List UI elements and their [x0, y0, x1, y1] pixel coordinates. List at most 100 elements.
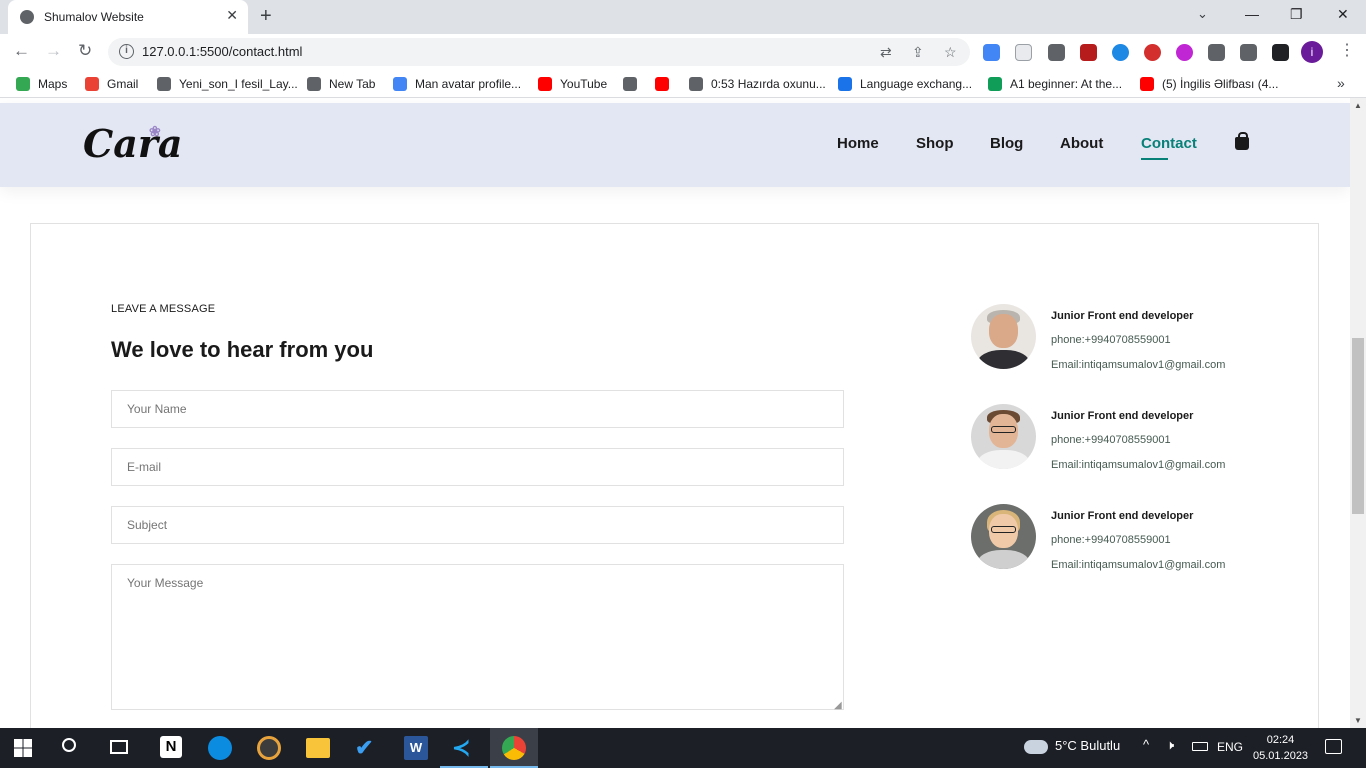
cloud-weather-icon[interactable]	[1024, 740, 1048, 754]
scroll-up-arrow-icon[interactable]: ▲	[1354, 101, 1362, 110]
member-title: Junior Front end developer	[1051, 310, 1194, 322]
bookmark-ingilis-elifbasi[interactable]: (5) İngilis Əlifbası (4...	[1140, 70, 1278, 98]
bookmark-language-exchange[interactable]: Language exchang...	[838, 70, 972, 98]
share-icon[interactable]: ⇪	[912, 44, 924, 61]
notification-icon[interactable]	[1325, 739, 1342, 754]
team-member-card: Junior Front end developer phone:+994070…	[971, 304, 1271, 374]
more-menu-icon[interactable]: ⋮	[1339, 40, 1355, 60]
globe-icon	[157, 77, 171, 91]
member-phone: phone:+9940708559001	[1051, 434, 1171, 446]
browser-tab[interactable]: Shumalov Website ✕	[8, 0, 248, 34]
show-hidden-icons-chevron[interactable]: ^	[1143, 737, 1149, 752]
nav-contact[interactable]: Contact	[1141, 135, 1197, 152]
message-textarea[interactable]	[111, 564, 844, 710]
shazam-extension-icon[interactable]	[1112, 44, 1129, 61]
man-with-glasses-avatar	[971, 404, 1036, 469]
search-icon[interactable]	[62, 738, 76, 752]
profile-avatar[interactable]: i	[1301, 41, 1323, 63]
team-member-card: Junior Front end developer phone:+994070…	[971, 404, 1271, 474]
globe-icon	[623, 77, 637, 91]
bookmark-man-avatar[interactable]: Man avatar profile...	[393, 70, 521, 98]
browser-toolbar: ← → ↻ i 127.0.0.1:5500/contact.html ⇄ ⇪ …	[0, 34, 1366, 70]
bookmark-a1-beginner[interactable]: A1 beginner: At the...	[988, 70, 1122, 98]
tab-title: Shumalov Website	[44, 10, 144, 24]
media-player-icon[interactable]	[257, 736, 281, 760]
eyedropper-extension-icon[interactable]	[1048, 44, 1065, 61]
page-scrollbar[interactable]: ▲ ▼	[1350, 98, 1366, 728]
scrollbar-thumb[interactable]	[1352, 338, 1364, 514]
extensions-puzzle-icon[interactable]	[1208, 44, 1225, 61]
taskbar-clock[interactable]: 02:24 05.01.2023	[1253, 732, 1308, 764]
minimize-icon[interactable]: —	[1245, 6, 1259, 22]
back-icon[interactable]: ←	[13, 41, 30, 61]
lavender-sprig-icon: ❀	[149, 124, 161, 140]
gmail-icon	[85, 77, 99, 91]
site-logo[interactable]: Cara ❀	[83, 121, 183, 166]
chrome-taskbar-button[interactable]	[490, 728, 538, 768]
weather-text[interactable]: 5°C Bulutlu	[1055, 738, 1120, 753]
bookmark-globe[interactable]	[623, 70, 645, 98]
bookmark-star-icon[interactable]: ☆	[944, 44, 957, 61]
member-email: Email:intiqamsumalov1@gmail.com	[1051, 559, 1226, 571]
nav-blog[interactable]: Blog	[990, 135, 1023, 152]
restore-icon[interactable]: ❐	[1290, 6, 1303, 23]
nav-home[interactable]: Home	[837, 135, 879, 152]
side-panel-icon[interactable]	[1272, 44, 1289, 61]
new-tab-button[interactable]: +	[260, 5, 272, 28]
bookmark-yeni-son[interactable]: Yeni_son_I fesil_Lay...	[157, 70, 298, 98]
nav-about[interactable]: About	[1060, 135, 1103, 152]
email-input[interactable]	[111, 448, 844, 486]
maps-icon	[16, 77, 30, 91]
address-bar[interactable]: i 127.0.0.1:5500/contact.html ⇄ ⇪ ☆	[108, 38, 970, 66]
google-translate-extension-icon[interactable]	[983, 44, 1000, 61]
tab-search-chevron-icon[interactable]: ⌄	[1197, 6, 1208, 22]
scroll-down-arrow-icon[interactable]: ▼	[1354, 716, 1362, 725]
shopping-bag-icon[interactable]	[1235, 132, 1249, 150]
bookmark-youtube-2[interactable]	[655, 70, 677, 98]
resize-handle-icon[interactable]: ◢	[834, 700, 842, 711]
ublock-extension-icon[interactable]	[1080, 44, 1097, 61]
task-view-icon[interactable]	[110, 740, 128, 754]
bookmark-hazirda[interactable]: 0:53 Hazırda oxunu...	[689, 70, 826, 98]
member-email: Email:intiqamsumalov1@gmail.com	[1051, 459, 1226, 471]
globe-icon	[689, 77, 703, 91]
bookmark-maps[interactable]: Maps	[16, 70, 67, 98]
forward-icon[interactable]: →	[45, 41, 62, 61]
bookmark-gmail[interactable]: Gmail	[85, 70, 138, 98]
word-icon[interactable]: W	[404, 736, 428, 760]
subject-input[interactable]	[111, 506, 844, 544]
notion-icon[interactable]: N	[160, 736, 182, 758]
bookmarks-overflow-icon[interactable]: »	[1337, 75, 1345, 91]
site-info-icon[interactable]: i	[119, 44, 134, 59]
globe-icon	[307, 77, 321, 91]
chrome-icon	[502, 736, 526, 760]
language-indicator[interactable]: ENG	[1217, 740, 1243, 754]
name-input[interactable]	[111, 390, 844, 428]
google-icon	[393, 77, 407, 91]
todo-check-icon[interactable]: ✔	[355, 736, 379, 760]
close-window-icon[interactable]: ✕	[1337, 6, 1349, 23]
edge-icon[interactable]	[208, 736, 232, 760]
url-text[interactable]: 127.0.0.1:5500/contact.html	[142, 44, 302, 59]
vscode-icon[interactable]: ≺	[452, 736, 476, 760]
older-man-avatar	[971, 304, 1036, 369]
form-heading: We love to hear from you	[111, 337, 374, 362]
windows-start-icon[interactable]	[14, 739, 32, 757]
bookmark-new-tab[interactable]: New Tab	[307, 70, 375, 98]
close-tab-icon[interactable]: ✕	[226, 7, 238, 24]
media-control-icon[interactable]	[1240, 44, 1257, 61]
nav-shop[interactable]: Shop	[916, 135, 954, 152]
page-content: Cara ❀ Home Shop Blog About Contact LEAV…	[0, 98, 1350, 728]
translate-icon[interactable]: ⇄	[880, 44, 892, 61]
file-explorer-icon[interactable]	[306, 738, 330, 758]
record-extension-icon[interactable]	[1144, 44, 1161, 61]
speaker-muted-icon[interactable]: 🕨	[1166, 737, 1174, 753]
battery-icon[interactable]	[1192, 742, 1208, 751]
reload-icon[interactable]: ↻	[78, 41, 92, 61]
shield-extension-icon[interactable]	[1015, 44, 1032, 61]
member-phone: phone:+9940708559001	[1051, 534, 1171, 546]
clover-icon	[988, 77, 1002, 91]
language-reactor-extension-icon[interactable]	[1176, 44, 1193, 61]
bookmark-youtube[interactable]: YouTube	[538, 70, 607, 98]
active-nav-underline	[1141, 158, 1168, 160]
